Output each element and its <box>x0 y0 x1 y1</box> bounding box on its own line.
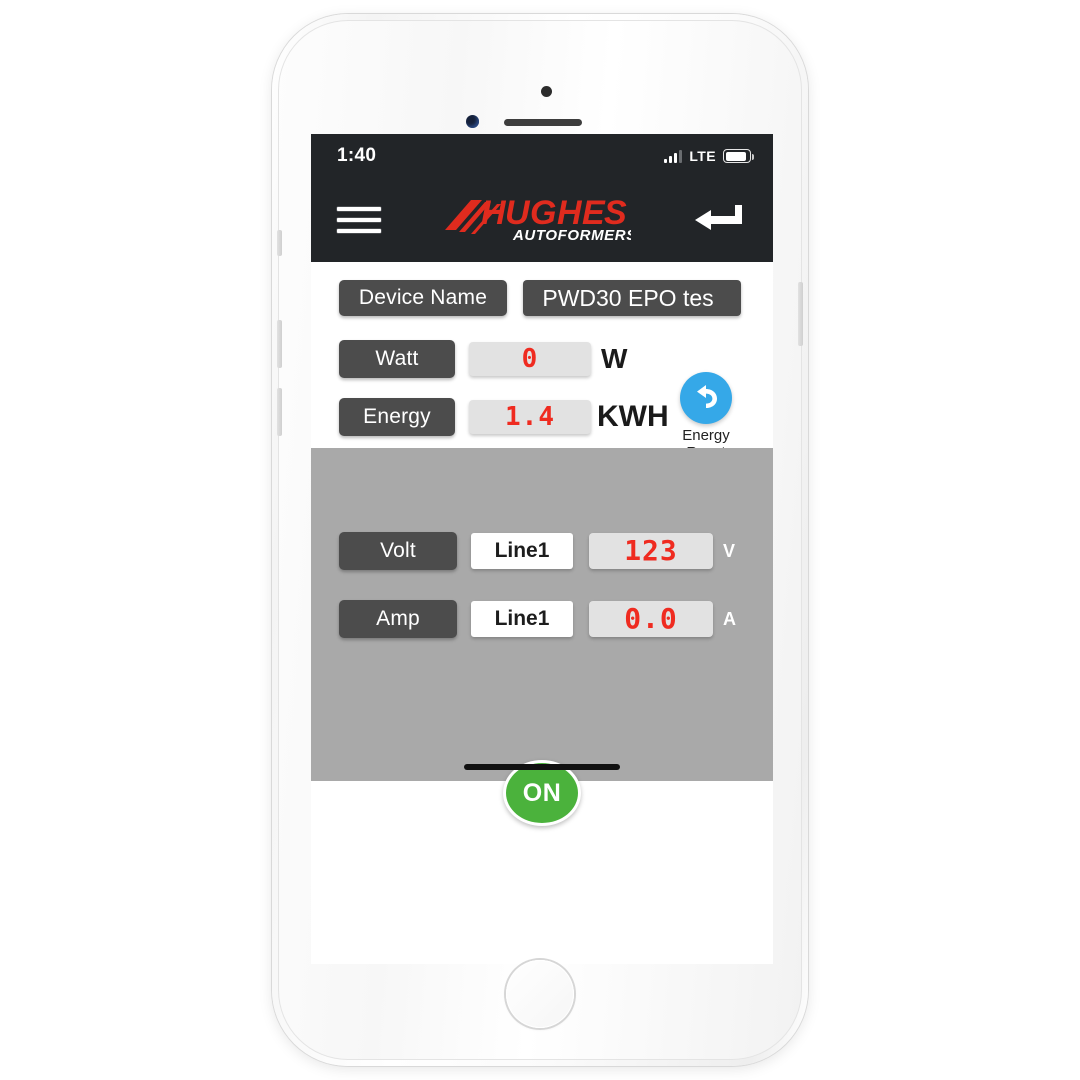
return-arrow-icon[interactable] <box>691 203 747 237</box>
energy-label: Energy <box>339 398 455 436</box>
hamburger-menu-icon[interactable] <box>337 205 381 235</box>
undo-arrow-icon <box>680 372 732 424</box>
volt-label: Volt <box>339 532 457 570</box>
amp-display: 0.0 <box>589 601 713 637</box>
amp-line-selector[interactable]: Line1 <box>471 601 573 637</box>
energy-value: 1.4 <box>505 402 555 432</box>
phone-bezel: 1:40 LTE H U G H E S AUTOFORMERS Device … <box>277 20 803 1060</box>
phone-device-frame: 1:40 LTE H U G H E S AUTOFORMERS Device … <box>272 14 808 1066</box>
watt-display: 0 <box>469 342 591 376</box>
device-name-row: Device Name PWD30 EPO tes <box>311 280 773 316</box>
volt-row: Volt Line1 123 V <box>311 448 773 570</box>
svg-text:AUTOFORMERS: AUTOFORMERS <box>512 227 631 244</box>
volt-display: 123 <box>589 533 713 569</box>
volume-down-button[interactable] <box>277 388 282 436</box>
amp-label: Amp <box>339 600 457 638</box>
device-name-label: Device Name <box>339 280 507 316</box>
power-button[interactable] <box>798 282 803 346</box>
volt-value: 123 <box>624 534 678 567</box>
home-button[interactable] <box>506 960 574 1028</box>
phone-screen: 1:40 LTE H U G H E S AUTOFORMERS Device … <box>311 134 773 964</box>
summary-panel: Device Name PWD30 EPO tes Watt 0 W Energ… <box>311 262 773 461</box>
signal-bars-icon <box>664 149 683 163</box>
energy-reset-line1: Energy <box>682 427 730 444</box>
energy-display: 1.4 <box>469 400 591 434</box>
volume-up-button[interactable] <box>277 320 282 368</box>
silent-switch[interactable] <box>277 230 282 256</box>
earpiece-speaker <box>504 119 582 126</box>
front-camera-icon <box>541 86 552 97</box>
amp-value: 0.0 <box>624 602 678 635</box>
energy-unit: KWH <box>597 400 669 433</box>
amp-row: Amp Line1 0.0 A <box>311 600 773 638</box>
line-readings-panel: Volt Line1 123 V Amp Line1 0.0 A ON <box>311 448 773 826</box>
home-indicator <box>464 764 620 770</box>
watt-unit: W <box>601 343 628 374</box>
watt-label: Watt <box>339 340 455 378</box>
app-navigation-bar: H U G H E S AUTOFORMERS <box>311 178 773 262</box>
status-bar-clock: 1:40 <box>337 145 377 166</box>
status-bar: 1:40 LTE <box>311 134 773 178</box>
amp-unit: A <box>723 608 736 629</box>
volt-line-selector[interactable]: Line1 <box>471 533 573 569</box>
hughes-autoformers-logo: H U G H E S AUTOFORMERS <box>441 190 631 250</box>
device-name-value: PWD30 EPO tes <box>542 284 714 311</box>
device-name-field[interactable]: PWD30 EPO tes <box>523 280 741 316</box>
svg-text:H: H <box>481 194 507 232</box>
proximity-sensor-icon <box>466 115 479 128</box>
network-type-label: LTE <box>689 148 716 164</box>
watt-value: 0 <box>521 344 539 374</box>
battery-full-icon <box>723 149 754 163</box>
status-bar-indicators: LTE <box>664 148 754 164</box>
volt-unit: V <box>723 540 736 561</box>
